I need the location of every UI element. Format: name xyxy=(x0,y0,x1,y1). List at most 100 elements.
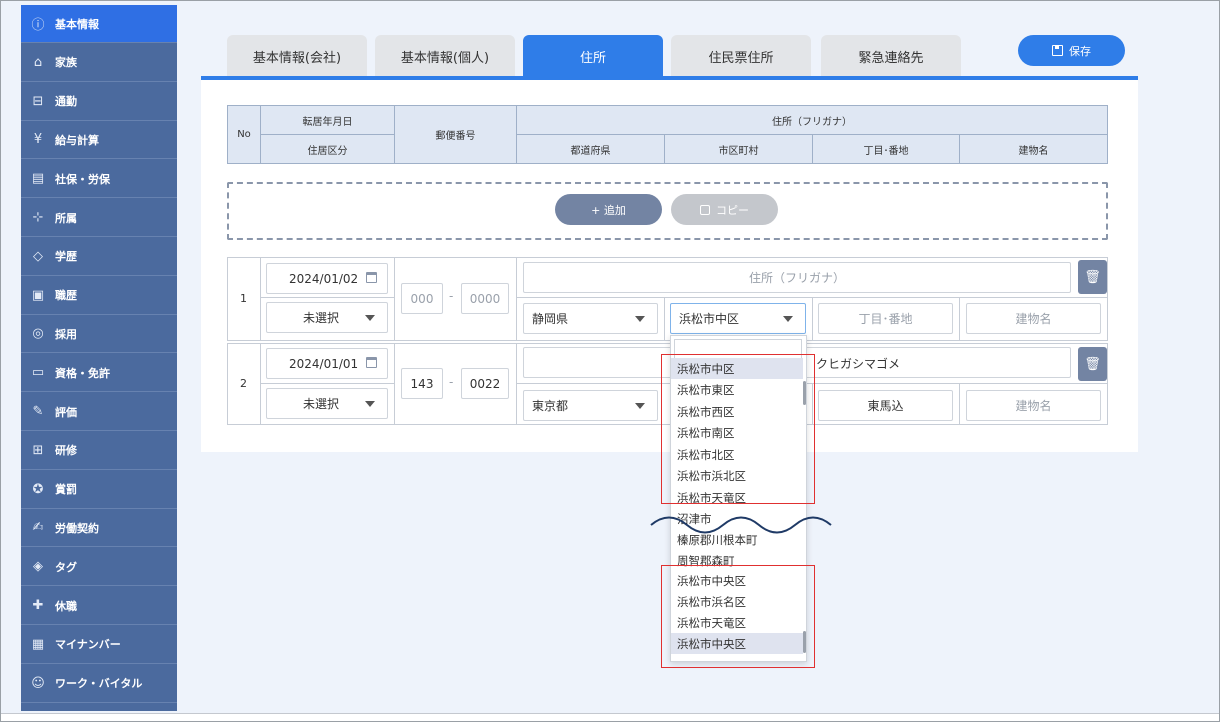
sidebar-item[interactable]: ⓘ 基本情報 xyxy=(21,5,177,43)
sidebar-item[interactable]: ✚ 休職 xyxy=(21,587,177,625)
tag-icon: ◈ xyxy=(33,559,43,575)
save-button[interactable]: 保存 xyxy=(1018,35,1125,66)
chevron-down-icon xyxy=(635,403,645,409)
sidebar-item-label: 休職 xyxy=(55,599,77,613)
zip-first-input[interactable]: 143 xyxy=(401,368,443,399)
residence-type-select[interactable]: 未選択 xyxy=(266,302,388,333)
info-icon: ⓘ xyxy=(31,18,45,33)
person-heart-icon: ☺ xyxy=(31,675,45,691)
prefecture-value: 静岡県 xyxy=(532,312,569,326)
copy-button[interactable]: コピー xyxy=(671,194,778,225)
sidebar-item[interactable]: ¥ 給与計算 xyxy=(21,121,177,160)
zip-separator: - xyxy=(449,289,454,303)
prefecture-value: 東京都 xyxy=(532,399,569,413)
add-button[interactable]: + 追加 xyxy=(555,194,662,225)
header-no: No xyxy=(227,105,261,164)
trash-icon[interactable]: 🗑 xyxy=(1078,347,1107,381)
sidebar-item[interactable]: ▭ 資格・免許 xyxy=(21,354,177,393)
address-kana-input[interactable]: 住所（フリガナ） xyxy=(523,262,1071,293)
sidebar-item[interactable]: ⊟ 通勤 xyxy=(21,83,177,121)
move-date-input[interactable]: 2024/01/02 xyxy=(266,263,388,294)
omission-wave-mark xyxy=(650,516,832,534)
certificate-icon: ▭ xyxy=(31,365,45,381)
house-icon: ⌂ xyxy=(33,54,43,70)
sidebar-item-label: マイナンバー xyxy=(55,638,121,652)
floppy-disk-icon xyxy=(1052,45,1063,56)
building-placeholder: 建物名 xyxy=(1015,312,1052,326)
save-button-label: 保存 xyxy=(1069,44,1091,58)
building-input[interactable]: 建物名 xyxy=(966,390,1101,421)
sidebar-item[interactable]: ⊹ 所属 xyxy=(21,199,177,237)
highlight-box-top xyxy=(661,354,815,504)
chevron-down-icon xyxy=(365,401,375,407)
zip-first-placeholder: 000 xyxy=(410,291,434,306)
sidebar-item[interactable]: ◈ タグ xyxy=(21,548,177,587)
sidebar-item[interactable]: ✪ 賞罰 xyxy=(21,471,177,509)
sidebar-item[interactable]: ✎ 評価 xyxy=(21,393,177,431)
sidebar-item-label: 評価 xyxy=(55,405,77,419)
sidebar-item-label: ワーク・バイタル xyxy=(55,677,143,691)
sidebar-item-label: 賞罰 xyxy=(55,483,77,497)
block-value: 東馬込 xyxy=(867,399,904,413)
sidebar-item[interactable]: ⊞ 研修 xyxy=(21,432,177,470)
id-card-icon: ▦ xyxy=(31,636,45,652)
calendar-icon xyxy=(366,272,377,283)
header-block: 丁目･番地 xyxy=(812,134,960,164)
block-input[interactable]: 東馬込 xyxy=(818,390,953,421)
contract-icon: ✍ xyxy=(32,520,44,536)
sidebar-item-label: 採用 xyxy=(55,327,77,341)
sidebar-item-label: 給与計算 xyxy=(55,133,99,147)
sidebar-item[interactable]: ☺ ワーク・バイタル xyxy=(21,665,177,703)
add-drop-zone xyxy=(227,182,1108,240)
sidebar-item[interactable]: ◇ 学歴 xyxy=(21,238,177,276)
app-window: ⓘ 基本情報 ⌂ 家族 ⊟ 通勤 ¥ 給与計算 ▤ 社保・労保 ⊹ 所属 ◇ 学歴 ▣ 職歴 ◎ 採用 ▭ 資格・免許… xyxy=(0,0,1220,722)
chevron-down-icon xyxy=(783,316,793,322)
address-kana-placeholder: 住所（フリガナ） xyxy=(748,271,845,285)
row-number: 2 xyxy=(240,377,247,390)
prefecture-select[interactable]: 東京都 xyxy=(523,390,658,421)
tab-personal-basic-info[interactable]: 基本情報(個人) xyxy=(375,35,515,77)
block-input[interactable]: 丁目･番地 xyxy=(818,303,953,334)
zip-first-input[interactable]: 000 xyxy=(401,283,443,314)
sidebar-item[interactable]: ✍ 労働契約 xyxy=(21,509,177,548)
block-placeholder: 丁目･番地 xyxy=(858,312,913,326)
sidebar-item-label: 労働契約 xyxy=(55,521,99,535)
sidebar-item-label: 資格・免許 xyxy=(55,366,110,380)
train-icon: ⊟ xyxy=(32,93,44,109)
move-date-input[interactable]: 2024/01/01 xyxy=(266,348,388,379)
sidebar-item-label: 研修 xyxy=(55,444,77,458)
tab-resident-address[interactable]: 住民票住所 xyxy=(671,35,811,77)
sidebar-item[interactable]: ▤ 社保・労保 xyxy=(21,160,177,199)
sidebar-item[interactable]: ▣ 職歴 xyxy=(21,277,177,315)
row-number: 1 xyxy=(240,292,247,305)
sidebar-item[interactable]: ◎ 採用 xyxy=(21,315,177,354)
city-select[interactable]: 浜松市中区 xyxy=(670,303,806,334)
medal-icon: ✪ xyxy=(32,481,44,497)
tab-emergency-contact[interactable]: 緊急連絡先 xyxy=(821,35,961,77)
zip-second-input[interactable]: 0022 xyxy=(461,368,509,399)
header-building: 建物名 xyxy=(959,134,1108,164)
tab-company-basic-info[interactable]: 基本情報(会社) xyxy=(227,35,367,77)
briefcase-icon: ▣ xyxy=(31,287,45,303)
residence-type-select[interactable]: 未選択 xyxy=(266,388,388,419)
sidebar-item-label: 社保・労保 xyxy=(55,172,110,186)
tab-address[interactable]: 住所 xyxy=(523,35,663,77)
zip-second-value: 0022 xyxy=(469,376,501,391)
header-residence-type: 住居区分 xyxy=(260,134,395,164)
sidebar-item-label: 所属 xyxy=(55,211,77,225)
header-city: 市区町村 xyxy=(664,134,813,164)
trash-icon[interactable]: 🗑 xyxy=(1078,260,1107,294)
presentation-icon: ⊞ xyxy=(32,442,44,458)
evaluation-icon: ✎ xyxy=(32,404,44,419)
prefecture-select[interactable]: 静岡県 xyxy=(523,303,658,334)
zip-first-value: 143 xyxy=(410,376,434,391)
sidebar-item[interactable]: ▦ マイナンバー xyxy=(21,626,177,664)
header-prefecture: 都道府県 xyxy=(516,134,665,164)
zip-second-input[interactable]: 0000 xyxy=(461,283,509,314)
chevron-down-icon xyxy=(635,316,645,322)
highlight-box-bottom xyxy=(661,565,815,668)
sidebar-item[interactable]: ⌂ 家族 xyxy=(21,44,177,82)
building-input[interactable]: 建物名 xyxy=(966,303,1101,334)
zip-second-placeholder: 0000 xyxy=(469,291,501,306)
residence-type-value: 未選択 xyxy=(303,311,340,325)
